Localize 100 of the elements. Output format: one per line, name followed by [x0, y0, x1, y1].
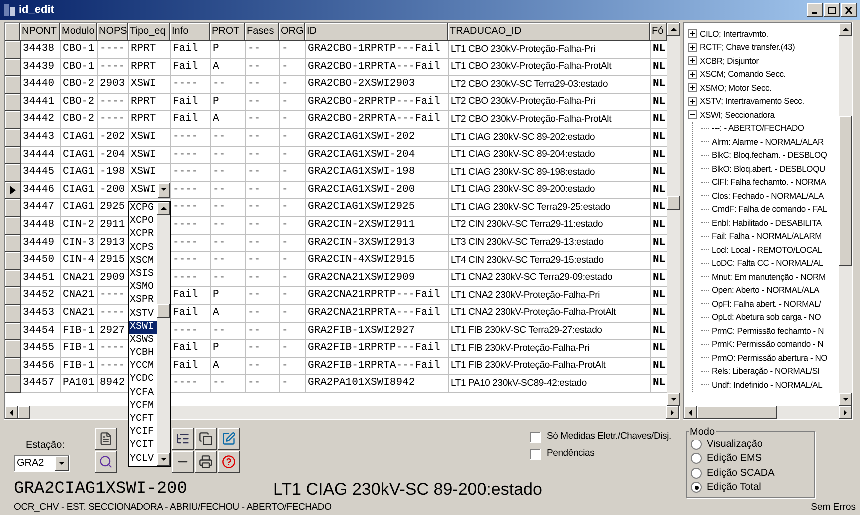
table-cell-text: GRA2CIAG1XSWI-200	[307, 184, 416, 196]
table-cell-text: --	[212, 238, 227, 248]
table-cell-text: -	[281, 326, 290, 336]
table-cell-text: LT1 FIB 230kV-Proteção-Falha-ProtAlt	[450, 361, 607, 371]
table-cell-text: LT1 FIB 230kV-Proteção-Falha-Pri	[450, 344, 591, 354]
tree-item[interactable]: PrmC: Permissão fechamto - N	[712, 326, 824, 335]
table-cell-text: --	[247, 150, 262, 160]
dropdown-item[interactable]: YCFT	[129, 413, 157, 426]
dropdown-item[interactable]: XSTV	[129, 308, 157, 321]
dropdown-item[interactable]: YCIT	[129, 439, 157, 453]
table-cell-text: -	[281, 79, 290, 90]
dropdown-item[interactable]: XCPR	[129, 228, 157, 242]
tree-item[interactable]: Alrm: Alarme - NORMAL/ALAR	[712, 138, 824, 146]
table-cell-text: NL	[652, 255, 667, 266]
dropdown-item[interactable]: XCPO	[129, 215, 157, 228]
dropdown-item[interactable]: XCPG	[129, 202, 157, 216]
tree-item[interactable]: PrmK: Permissão comando - N	[712, 340, 824, 348]
tree-item[interactable]: Enbl: Habilitado - DESABILITA	[712, 218, 822, 227]
tree-item[interactable]: XSTV; Intertravamento Secc.	[700, 97, 804, 106]
table-cell-text: LT1 CBO 230kV-Proteção-Falha-ProtAlt	[450, 62, 613, 72]
dropdown-item[interactable]: XSPR	[129, 294, 157, 308]
column-header[interactable]: PROT	[210, 23, 245, 41]
tree-item[interactable]: RCTF; Chave transfer.(43)	[700, 43, 796, 52]
column-header[interactable]: ID	[305, 23, 448, 41]
station-select[interactable]: GRA2	[14, 455, 70, 472]
table-cell-text: --	[247, 308, 262, 318]
tree-item[interactable]: ---: - ABERTO/FECHADO	[712, 124, 804, 132]
table-cell-text: CIAG1	[62, 167, 96, 178]
table-cell-text: CNA21	[62, 290, 96, 301]
dropdown-item[interactable]: XSMO	[129, 281, 157, 294]
tree-item[interactable]: Mnut: Em manutenção - NORM	[712, 272, 826, 281]
table-cell-text: PA101	[62, 378, 96, 389]
table-cell-text: LT2 CBO 230kV-SC Terra29-03:estado	[450, 80, 610, 90]
tree-item[interactable]: CILO; Intertravmto.	[700, 30, 768, 38]
table-cell-text: 34444	[22, 150, 56, 160]
table-cell-text: GRA2CBO-1RPRTP---Fail	[307, 44, 442, 55]
table-cell-text: Fail	[172, 62, 200, 72]
table-cell-text: GRA2CIAG1XSWI-204	[307, 150, 416, 160]
tree-item[interactable]: Clos: Fechado - NORMAL/ALA	[712, 192, 824, 200]
table-cell-text: LT2 CIN 230kV-SC Terra29-11:estado	[450, 220, 604, 230]
table-cell-text: LT1 CNA2 230kV-SC Terra29-09:estado	[450, 273, 614, 283]
column-header[interactable]: Info	[170, 23, 210, 41]
column-header[interactable]: Modulo	[60, 23, 97, 41]
tree-item[interactable]: OpLd: Abetura sob carga - NO	[712, 313, 822, 322]
table-cell-text: --	[247, 114, 262, 125]
table-cell-text: ----	[172, 378, 200, 389]
tree-item[interactable]: OpFl: Falha abert. - NORMAL/	[712, 300, 822, 308]
dropdown-item[interactable]: XSWS	[129, 334, 157, 348]
table-cell-text: GRA2CBO-2RPRTP---Fail	[307, 96, 442, 108]
dropdown-item[interactable]: YCFM	[129, 400, 157, 413]
dropdown-item[interactable]: YCDC	[129, 373, 157, 387]
dropdown-item[interactable]: YCCM	[129, 360, 157, 374]
tree-item[interactable]: XSWI; Seccionadora	[700, 110, 775, 119]
dropdown-item[interactable]: YCLV	[129, 452, 157, 466]
tree-item[interactable]: BlkO: Bloq.abert. - DESBLOQU	[712, 164, 826, 173]
column-header[interactable]: TRADUCAO_ID	[448, 23, 650, 41]
table-cell-text: --	[247, 343, 262, 354]
column-header[interactable]: Fó	[650, 23, 667, 41]
dropdown-item[interactable]: XCPS	[129, 242, 157, 255]
dropdown-item[interactable]: XSIS	[129, 268, 157, 282]
tree-item[interactable]: Undf: Indefinido - NORMAL/AL	[712, 380, 823, 389]
table-cell-text: --	[247, 272, 262, 284]
tree-item[interactable]: Fail: Falha - NORMAL/ALARM	[712, 232, 822, 240]
tree-item[interactable]: XSCM; Comando Secc.	[700, 70, 786, 78]
tree-item[interactable]: XSMO; Motor Secc.	[700, 84, 772, 92]
table-cell-text: 34456	[22, 360, 56, 372]
dropdown-item[interactable]: YCIF	[129, 426, 157, 440]
column-header[interactable]: Fases	[245, 23, 279, 41]
tree-item[interactable]: BlkC: Bloq.fecham. - DESBLOQ	[712, 151, 828, 160]
table-cell-text: LT4 CIN 230kV-SC Terra29-15:estado	[450, 256, 605, 266]
table-cell-text: --	[247, 167, 262, 178]
table-cell-text: GRA2CBO-2XSWI2903	[307, 79, 416, 90]
table-cell-text: Fail	[172, 308, 200, 318]
dropdown-item[interactable]: XSWI	[129, 320, 157, 334]
tree-item[interactable]: Open: Aberto - NORMAL/ALA	[712, 286, 820, 294]
tree-item[interactable]: Locl: Local - REMOTO/LOCAL	[712, 246, 822, 254]
table-cell-text: NL	[652, 132, 667, 143]
table-cell-text: Fail	[172, 114, 200, 125]
table-cell-text: 34441	[22, 96, 56, 108]
dropdown-item[interactable]: YCFA	[129, 386, 157, 400]
type-combo[interactable]: XSWI	[129, 182, 170, 198]
column-header[interactable]: NPONT	[20, 23, 60, 41]
tree-item[interactable]: Rels: Liberação - NORMAL/SI	[712, 367, 820, 376]
tree-item[interactable]: CmdF: Falha de comando - FAL	[712, 205, 828, 214]
tree-item[interactable]: PrmO: Permissão abertura - NO	[712, 354, 828, 362]
table-cell-text: 34457	[22, 378, 56, 389]
table-cell-text: -	[281, 238, 290, 248]
table-cell-text: 2925	[99, 202, 126, 213]
table-cell-text: CBO-2	[62, 79, 96, 90]
tree-item[interactable]: LoDC: Falta CC - NORMAL/AL	[712, 259, 824, 268]
column-header[interactable]: ORG	[279, 23, 305, 41]
table-cell-text: CNA21	[62, 272, 96, 284]
table-cell-text: 8942	[99, 378, 126, 389]
dropdown-item[interactable]: YCBH	[129, 347, 157, 360]
column-header[interactable]: NOPS	[97, 23, 128, 41]
column-header[interactable]: Tipo_eq	[128, 23, 170, 41]
dropdown-item[interactable]: XSCM	[129, 254, 157, 268]
tree-item[interactable]: ClFl: Falha fechamto. - NORMA	[712, 178, 826, 186]
tree-item[interactable]: XCBR; Disjuntor	[700, 56, 759, 65]
table-cell-text: XSWI	[130, 132, 158, 143]
